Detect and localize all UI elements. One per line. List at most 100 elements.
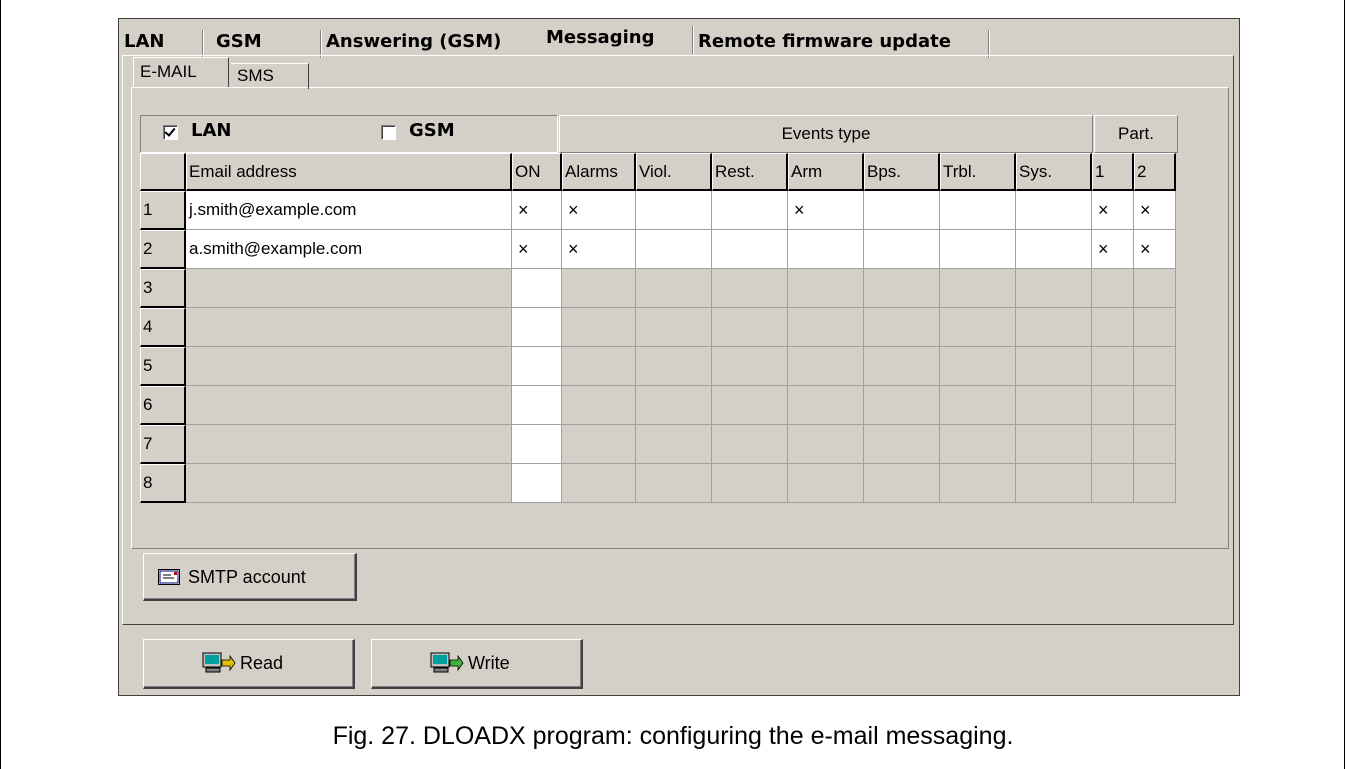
option-toggle-cell[interactable]: × <box>788 191 864 230</box>
option-toggle-cell[interactable] <box>1016 425 1092 464</box>
option-toggle-cell[interactable] <box>636 425 712 464</box>
on-toggle-cell[interactable] <box>512 425 562 464</box>
option-toggle-cell[interactable] <box>788 230 864 269</box>
smtp-account-button[interactable]: SMTP account <box>143 553 357 601</box>
option-toggle-cell[interactable] <box>1092 425 1134 464</box>
option-toggle-cell[interactable] <box>1134 308 1176 347</box>
option-toggle-cell[interactable] <box>864 425 940 464</box>
option-toggle-cell[interactable] <box>864 269 940 308</box>
email-address-cell[interactable] <box>186 347 512 386</box>
option-toggle-cell[interactable] <box>940 230 1016 269</box>
option-toggle-cell[interactable] <box>940 425 1016 464</box>
option-toggle-cell[interactable] <box>940 386 1016 425</box>
option-toggle-cell[interactable] <box>712 386 788 425</box>
email-address-cell[interactable] <box>186 269 512 308</box>
option-toggle-cell[interactable] <box>788 464 864 503</box>
option-toggle-cell[interactable] <box>1092 347 1134 386</box>
option-toggle-cell[interactable] <box>562 386 636 425</box>
option-toggle-cell[interactable] <box>1092 386 1134 425</box>
tab-gsm[interactable]: GSM <box>204 30 322 58</box>
option-toggle-cell[interactable] <box>1016 308 1092 347</box>
option-toggle-cell[interactable] <box>712 191 788 230</box>
option-toggle-cell[interactable] <box>1016 347 1092 386</box>
option-toggle-cell[interactable] <box>864 308 940 347</box>
subtab-sms[interactable]: SMS <box>231 63 309 89</box>
on-toggle-cell[interactable] <box>512 464 562 503</box>
option-toggle-cell[interactable] <box>1016 230 1092 269</box>
option-toggle-cell[interactable] <box>636 269 712 308</box>
option-toggle-cell[interactable] <box>940 191 1016 230</box>
option-toggle-cell[interactable] <box>712 308 788 347</box>
option-toggle-cell[interactable] <box>1092 464 1134 503</box>
email-address-cell[interactable]: a.smith@example.com <box>186 230 512 269</box>
subtab-email[interactable]: E-MAIL <box>133 57 229 87</box>
on-toggle-cell[interactable]: × <box>512 230 562 269</box>
option-toggle-cell[interactable] <box>712 347 788 386</box>
option-toggle-cell[interactable] <box>712 269 788 308</box>
option-toggle-cell[interactable] <box>940 464 1016 503</box>
option-toggle-cell[interactable] <box>1016 191 1092 230</box>
on-toggle-cell[interactable] <box>512 308 562 347</box>
option-toggle-cell[interactable] <box>1134 464 1176 503</box>
option-toggle-cell[interactable] <box>562 464 636 503</box>
option-toggle-cell[interactable] <box>788 347 864 386</box>
option-toggle-cell[interactable] <box>940 347 1016 386</box>
option-toggle-cell[interactable] <box>788 425 864 464</box>
option-toggle-cell[interactable] <box>562 308 636 347</box>
option-toggle-cell[interactable] <box>636 464 712 503</box>
option-toggle-cell[interactable] <box>1016 464 1092 503</box>
option-toggle-cell[interactable] <box>712 425 788 464</box>
option-toggle-cell[interactable] <box>1016 269 1092 308</box>
option-toggle-cell[interactable] <box>1134 347 1176 386</box>
option-toggle-cell[interactable] <box>864 191 940 230</box>
on-toggle-cell[interactable] <box>512 347 562 386</box>
tab-lan[interactable]: LAN <box>122 30 204 58</box>
option-toggle-cell[interactable] <box>712 230 788 269</box>
email-address-cell[interactable] <box>186 386 512 425</box>
tab-remote-firmware-update[interactable]: Remote firmware update <box>692 30 990 58</box>
option-toggle-cell[interactable] <box>636 347 712 386</box>
option-toggle-cell[interactable] <box>864 386 940 425</box>
option-toggle-cell[interactable] <box>940 308 1016 347</box>
email-address-cell[interactable] <box>186 464 512 503</box>
tab-messaging[interactable]: Messaging <box>542 26 694 54</box>
option-toggle-cell[interactable] <box>1092 269 1134 308</box>
write-button[interactable]: Write <box>371 639 583 689</box>
option-toggle-cell[interactable]: × <box>562 191 636 230</box>
option-toggle-cell[interactable]: × <box>1092 230 1134 269</box>
email-address-cell[interactable]: j.smith@example.com <box>186 191 512 230</box>
option-toggle-cell[interactable] <box>1134 386 1176 425</box>
option-toggle-cell[interactable] <box>636 230 712 269</box>
option-toggle-cell[interactable] <box>562 269 636 308</box>
tab-answering-gsm[interactable]: Answering (GSM) <box>320 30 546 54</box>
option-toggle-cell[interactable] <box>712 464 788 503</box>
option-toggle-cell[interactable] <box>1134 269 1176 308</box>
option-toggle-cell[interactable] <box>636 191 712 230</box>
gsm-checkbox[interactable] <box>381 125 396 140</box>
option-toggle-cell[interactable] <box>788 386 864 425</box>
option-toggle-cell[interactable] <box>1016 386 1092 425</box>
option-toggle-cell[interactable] <box>864 230 940 269</box>
option-toggle-cell[interactable] <box>864 347 940 386</box>
option-toggle-cell[interactable] <box>788 308 864 347</box>
option-toggle-cell[interactable]: × <box>1092 191 1134 230</box>
option-toggle-cell[interactable]: × <box>562 230 636 269</box>
option-toggle-cell[interactable] <box>1092 308 1134 347</box>
option-toggle-cell[interactable] <box>788 269 864 308</box>
email-address-cell[interactable] <box>186 425 512 464</box>
option-toggle-cell[interactable] <box>636 308 712 347</box>
on-toggle-cell[interactable] <box>512 386 562 425</box>
option-toggle-cell[interactable] <box>864 464 940 503</box>
option-toggle-cell[interactable] <box>1134 425 1176 464</box>
on-toggle-cell[interactable] <box>512 269 562 308</box>
option-toggle-cell[interactable] <box>636 386 712 425</box>
option-toggle-cell[interactable]: × <box>1134 191 1176 230</box>
lan-checkbox[interactable] <box>163 125 178 140</box>
email-address-cell[interactable] <box>186 308 512 347</box>
option-toggle-cell[interactable] <box>562 347 636 386</box>
option-toggle-cell[interactable] <box>562 425 636 464</box>
option-toggle-cell[interactable]: × <box>1134 230 1176 269</box>
read-button[interactable]: Read <box>143 639 355 689</box>
option-toggle-cell[interactable] <box>940 269 1016 308</box>
on-toggle-cell[interactable]: × <box>512 191 562 230</box>
